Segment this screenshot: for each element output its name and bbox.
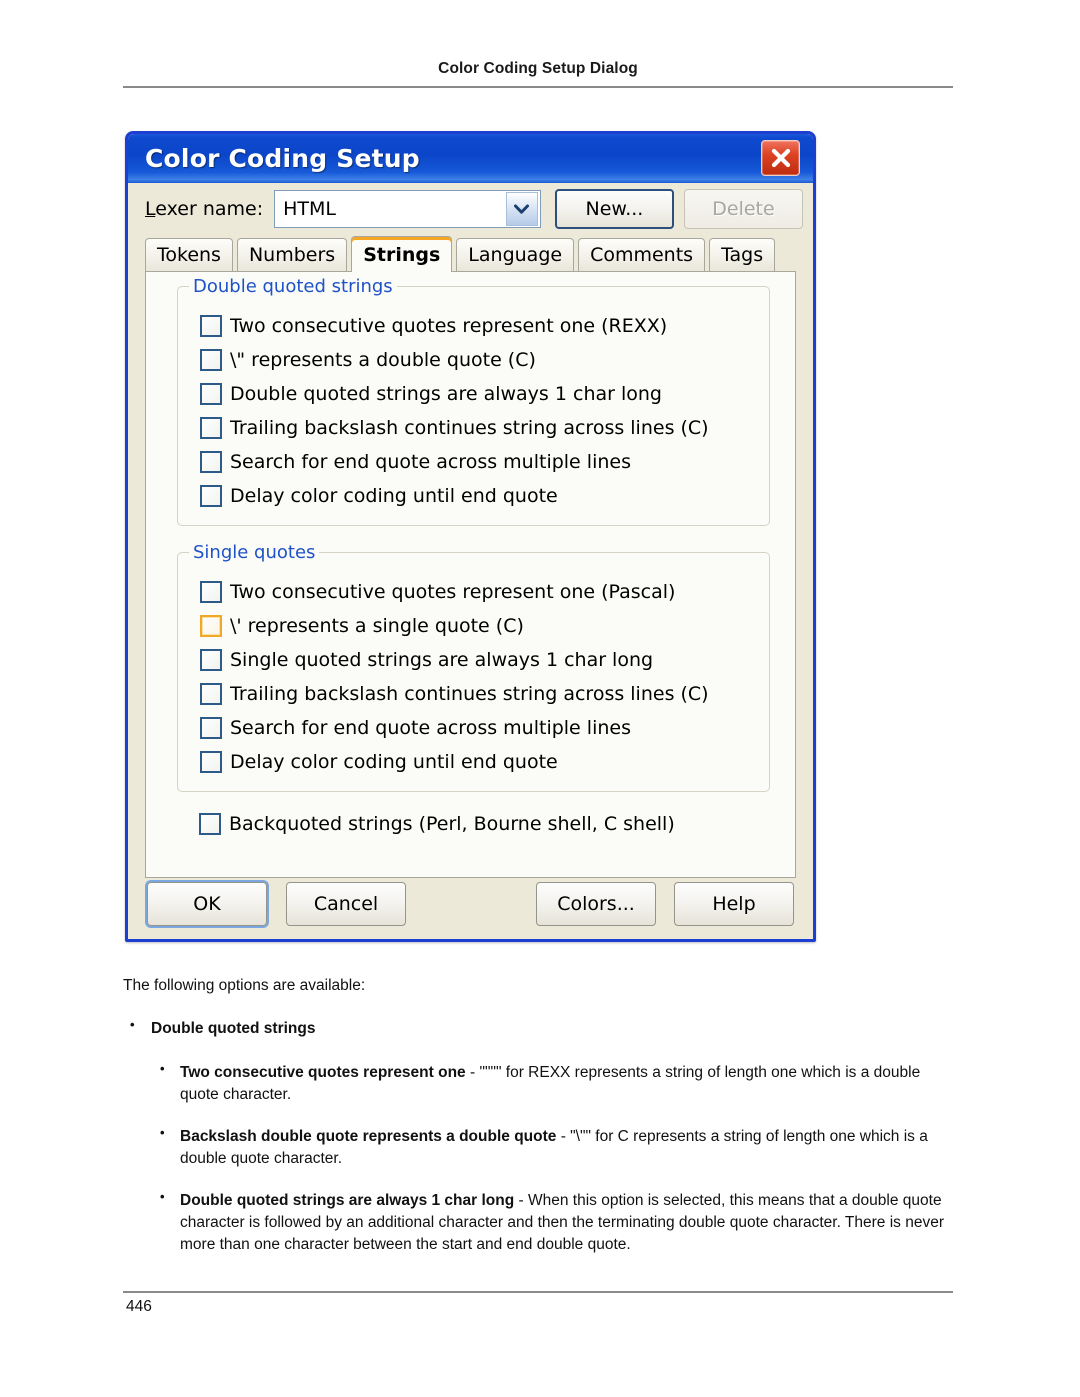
new-lexer-button[interactable]: New... <box>554 189 674 229</box>
checkbox-sq-two-consecutive-quotes[interactable] <box>200 581 222 603</box>
bullet-double-quoted-strings: Double quoted strings <box>123 1016 963 1040</box>
bullet-term: Two consecutive quotes represent one <box>180 1064 466 1081</box>
lexer-name-combobox[interactable]: HTML <box>274 190 541 228</box>
checkbox-dq-search-multiple-lines[interactable] <box>200 451 222 473</box>
checkbox-row[interactable]: Two consecutive quotes represent one (RE… <box>178 309 769 343</box>
checkbox-label: Search for end quote across multiple lin… <box>230 717 631 739</box>
checkbox-row[interactable]: Two consecutive quotes represent one (Pa… <box>178 575 769 609</box>
checkbox-dq-trailing-backslash[interactable] <box>200 417 222 439</box>
checkbox-label: Single quoted strings are always 1 char … <box>230 649 654 671</box>
dialog-body: Lexer name: HTML New... Delete Tokens Nu… <box>128 183 813 878</box>
checkbox-label: Delay color coding until end quote <box>230 485 558 507</box>
dialog-titlebar[interactable]: Color Coding Setup <box>128 134 813 183</box>
page-header: Color Coding Setup Dialog <box>123 60 953 78</box>
delete-lexer-button: Delete <box>683 189 803 229</box>
lexer-row: Lexer name: HTML New... Delete <box>138 183 803 235</box>
header-divider <box>123 86 953 88</box>
checkbox-sq-backslash-single-quote[interactable] <box>200 615 222 637</box>
color-coding-setup-dialog: Color Coding Setup Lexer name: HTML New.… <box>125 131 816 942</box>
tab-comments[interactable]: Comments <box>578 238 706 271</box>
dialog-button-row: OK Cancel Colors... Help <box>128 874 813 934</box>
lexer-name-value: HTML <box>283 198 336 220</box>
strings-tab-panel: Double quoted strings Two consecutive qu… <box>145 271 796 878</box>
checkbox-dq-delay-color-coding[interactable] <box>200 485 222 507</box>
double-quoted-strings-group: Double quoted strings Two consecutive qu… <box>177 276 770 526</box>
lexer-name-label: Lexer name: <box>145 198 263 220</box>
footer-divider <box>123 1291 953 1293</box>
tabstrip: Tokens Numbers Strings Language Comments… <box>138 235 803 272</box>
page-header-title: Color Coding Setup Dialog <box>438 60 638 77</box>
tab-language[interactable]: Language <box>456 238 575 271</box>
checkbox-sq-trailing-backslash[interactable] <box>200 683 222 705</box>
checkbox-row[interactable]: Delay color coding until end quote <box>178 479 769 513</box>
bullet-always-1-char-long: Double quoted strings are always 1 char … <box>123 1188 963 1256</box>
dialog-title: Color Coding Setup <box>145 144 420 173</box>
checkbox-row[interactable]: Search for end quote across multiple lin… <box>178 711 769 745</box>
checkbox-label: \' represents a single quote (C) <box>230 615 524 637</box>
checkbox-label: Two consecutive quotes represent one (RE… <box>230 315 668 337</box>
checkbox-label: \" represents a double quote (C) <box>230 349 536 371</box>
intro-paragraph: The following options are available: <box>123 977 366 994</box>
help-button[interactable]: Help <box>674 882 794 926</box>
checkbox-label: Backquoted strings (Perl, Bourne shell, … <box>229 813 675 835</box>
page-number: 446 <box>126 1298 152 1315</box>
ok-button[interactable]: OK <box>147 882 267 926</box>
checkbox-row[interactable]: Delay color coding until end quote <box>178 745 769 779</box>
checkbox-row[interactable]: Single quoted strings are always 1 char … <box>178 643 769 677</box>
checkbox-sq-always-1-char[interactable] <box>200 649 222 671</box>
bullet-two-consecutive-quotes: Two consecutive quotes represent one - "… <box>123 1060 963 1106</box>
checkbox-label: Trailing backslash continues string acro… <box>230 683 709 705</box>
dialog-inner: Color Coding Setup Lexer name: HTML New.… <box>128 134 813 939</box>
checkbox-dq-two-consecutive-quotes[interactable] <box>200 315 222 337</box>
checkbox-label: Trailing backslash continues string acro… <box>230 417 709 439</box>
double-quoted-strings-group-title: Double quoted strings <box>189 276 397 297</box>
checkbox-row[interactable]: \' represents a single quote (C) <box>178 609 769 643</box>
bullet-term: Double quoted strings are always 1 char … <box>180 1192 515 1209</box>
tab-strings[interactable]: Strings <box>351 236 453 272</box>
checkbox-dq-always-1-char[interactable] <box>200 383 222 405</box>
body-copy: The following options are available: Dou… <box>123 975 963 1276</box>
checkbox-label: Double quoted strings are always 1 char … <box>230 383 662 405</box>
close-button[interactable] <box>761 140 800 176</box>
tab-tags[interactable]: Tags <box>709 238 776 271</box>
close-x-icon <box>771 148 790 168</box>
checkbox-sq-delay-color-coding[interactable] <box>200 751 222 773</box>
chevron-down-icon[interactable] <box>505 192 538 226</box>
checkbox-row[interactable]: Search for end quote across multiple lin… <box>178 445 769 479</box>
checkbox-sq-search-multiple-lines[interactable] <box>200 717 222 739</box>
bullet-term: Backslash double quote represents a doub… <box>180 1128 557 1145</box>
checkbox-row[interactable]: Trailing backslash continues string acro… <box>178 677 769 711</box>
cancel-button[interactable]: Cancel <box>286 882 406 926</box>
tab-tokens[interactable]: Tokens <box>145 238 233 271</box>
checkbox-backquoted-strings[interactable] <box>199 813 221 835</box>
checkbox-label: Search for end quote across multiple lin… <box>230 451 631 473</box>
bullet-backslash-double-quote: Backslash double quote represents a doub… <box>123 1124 963 1170</box>
lexer-label-rest: exer name: <box>155 198 264 220</box>
single-quotes-group: Single quotes Two consecutive quotes rep… <box>177 542 770 792</box>
checkbox-dq-backslash-double-quote[interactable] <box>200 349 222 371</box>
lexer-label-accel: L <box>145 198 156 220</box>
checkbox-label: Delay color coding until end quote <box>230 751 558 773</box>
checkbox-row[interactable]: Trailing backslash continues string acro… <box>178 411 769 445</box>
checkbox-row[interactable]: \" represents a double quote (C) <box>178 343 769 377</box>
colors-button[interactable]: Colors... <box>536 882 656 926</box>
checkbox-label: Two consecutive quotes represent one (Pa… <box>230 581 676 603</box>
tab-numbers[interactable]: Numbers <box>236 238 348 271</box>
backquoted-strings-row[interactable]: Backquoted strings (Perl, Bourne shell, … <box>146 804 795 844</box>
single-quotes-group-title: Single quotes <box>189 542 320 563</box>
checkbox-row[interactable]: Double quoted strings are always 1 char … <box>178 377 769 411</box>
